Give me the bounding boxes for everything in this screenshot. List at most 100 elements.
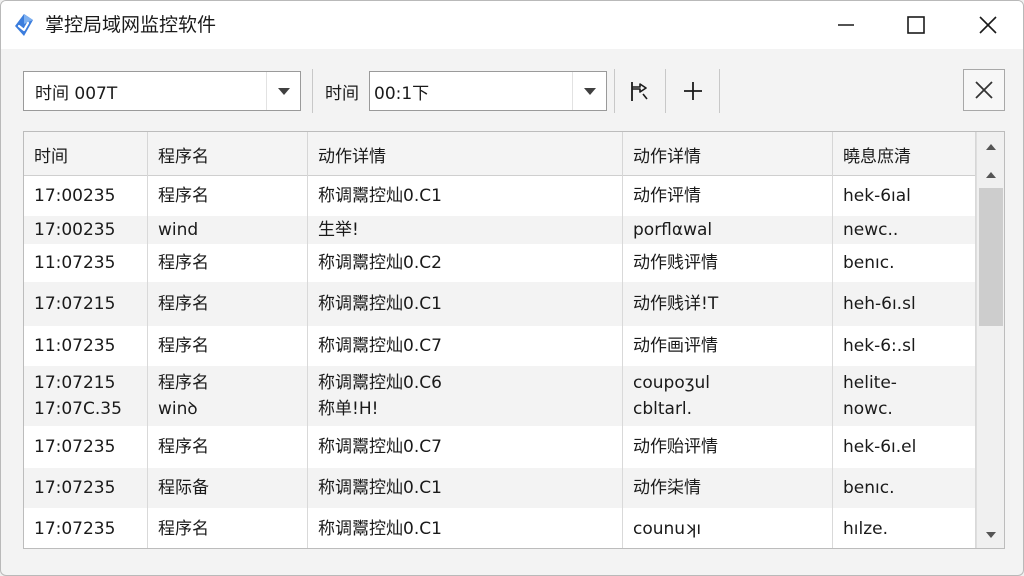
- cell-text: 程序名: [158, 253, 209, 273]
- toolbar-divider: [719, 69, 720, 113]
- cell-text: 程序名: [158, 373, 209, 393]
- column-header-time[interactable]: 时间: [24, 132, 148, 176]
- column-header-program[interactable]: 程序名: [148, 132, 308, 176]
- scroll-up-icon[interactable]: [985, 142, 997, 152]
- x-icon: [975, 81, 993, 99]
- cell-text: 称调鬻控灿0.C6: [318, 373, 442, 393]
- cell-text: 动作评情: [633, 186, 701, 206]
- app-logo-icon: [15, 14, 33, 36]
- minimize-icon: [838, 24, 854, 26]
- table-row[interactable]: 17:07215 程序名 称调鬻控灿0.C1 动作贱详!T heh-6ı.sl: [24, 282, 976, 326]
- toolbar-divider: [665, 69, 666, 113]
- cell-text: 17:07215: [34, 294, 116, 314]
- minimize-button[interactable]: [816, 1, 876, 49]
- table-row[interactable]: 17:07235 程际备 称调鬻控灿0.C1 动作柒情 benıc.: [24, 468, 976, 508]
- cell-text: 程序名: [158, 294, 209, 314]
- cell-action-detail: 称调鬻控灿0.C7: [308, 326, 623, 366]
- cell-text: 动作贱详!T: [633, 294, 719, 314]
- cell-action-detail: 称调鬻控灿0.C7: [308, 426, 623, 468]
- cell-time: 17:07235: [24, 468, 148, 508]
- cell-time: 17:07235: [24, 508, 148, 548]
- activity-table: 时间 程序名 动作详情 动作详情 曉息庶清 17:00235 程序名 称调鬻控灿0.…: [23, 131, 1005, 549]
- cell-text: hek-6ı.el: [843, 437, 917, 457]
- column-header-action-detail-2[interactable]: 动作详情: [623, 132, 833, 176]
- time-filter-select-1[interactable]: 时间 007T: [23, 71, 301, 111]
- cell-action-detail: 生举!: [308, 216, 623, 244]
- cell-action-detail: 称调鬻控灿0.C1: [308, 508, 623, 548]
- column-header-info[interactable]: 曉息庶清: [833, 132, 976, 176]
- cell-time: 17:07215: [24, 282, 148, 326]
- add-button[interactable]: [673, 71, 713, 111]
- cell-action-detail-2: 动作画评情: [623, 326, 833, 366]
- table-row[interactable]: 17:00235 wind 生举! porflαwal newc..: [24, 216, 976, 244]
- cell-time: 11:07235: [24, 326, 148, 366]
- scrollbar-thumb[interactable]: [979, 188, 1003, 326]
- chevron-down-icon: [583, 88, 596, 95]
- table-row[interactable]: 17:07215 17:07C.35 程序名 winꝺ 称调鬻控灿0.C6 称单!H! co…: [24, 366, 976, 426]
- cell-info: hılze.: [833, 508, 976, 548]
- cell-info: heh-6ı.sl: [833, 282, 976, 326]
- time-filter-value-2: 00:1下: [374, 83, 430, 104]
- cell-text: 17:07235: [34, 437, 116, 457]
- cell-program: 程序名: [148, 244, 308, 282]
- cell-text: heh-6ı.sl: [843, 294, 916, 314]
- cell-action-detail-2: 动作贱评情: [623, 244, 833, 282]
- cell-action-detail: 称调鬻控灿0.C1: [308, 468, 623, 508]
- cell-action-detail: 称调鬻控灿0.C1: [308, 282, 623, 326]
- flag-icon: [631, 82, 648, 101]
- cell-text: 17:00235: [34, 186, 116, 206]
- cell-action-detail: 称调鬻控灿0.C2: [308, 244, 623, 282]
- table-row[interactable]: 17:07235 程序名 称调鬻控灿0.C7 动作贻评情 hek-6ı.el: [24, 426, 976, 468]
- cell-text: 17:07C.35: [34, 399, 122, 419]
- scroll-up-icon[interactable]: [985, 170, 997, 180]
- cell-info: hek-6ı.el: [833, 426, 976, 468]
- cell-program: 程际备: [148, 468, 308, 508]
- cell-time: 17:00235: [24, 176, 148, 216]
- time-filter-value-1: 时间 007T: [35, 83, 118, 104]
- cell-program: 程序名: [148, 282, 308, 326]
- cell-text: 称调鬻控灿0.C1: [318, 294, 442, 314]
- cell-text: wind: [158, 220, 199, 240]
- toolbar: 时间 007T 时间 00:1下: [1, 49, 1023, 129]
- cell-text: 程序名: [158, 186, 209, 206]
- table-body: 17:00235 程序名 称调鬻控灿0.C1 动作评情 hek-6ıal 17:00235…: [24, 176, 976, 548]
- table-row[interactable]: 11:07235 程序名 称调鬻控灿0.C7 动作画评情 hek-6:.sl: [24, 326, 976, 366]
- close-icon: [979, 16, 997, 34]
- table-row[interactable]: 17:07235 程序名 称调鬻控灿0.C1 counuʞı hılze.: [24, 508, 976, 548]
- cell-text: 称单!H!: [318, 399, 379, 419]
- cell-text: 11:07235: [34, 336, 116, 356]
- cell-program: 程序名: [148, 176, 308, 216]
- cell-text: hek-6:.sl: [843, 336, 916, 356]
- scroll-down-icon[interactable]: [985, 530, 997, 540]
- maximize-button[interactable]: [886, 1, 946, 49]
- cell-text: 程际备: [158, 478, 209, 498]
- cell-text: 17:07215: [34, 373, 116, 393]
- clear-button[interactable]: [963, 69, 1005, 111]
- dropdown-arrow-1[interactable]: [266, 72, 300, 110]
- cell-text: 动作贻评情: [633, 437, 718, 457]
- cell-info: newc..: [833, 216, 976, 244]
- table-row[interactable]: 17:00235 程序名 称调鬻控灿0.C1 动作评情 hek-6ıal: [24, 176, 976, 216]
- cell-text: 程序名: [158, 336, 209, 356]
- column-header-action-detail[interactable]: 动作详情: [308, 132, 623, 176]
- cell-action-detail-2: coupoʒul cbltarl.: [623, 366, 833, 426]
- cell-text: 11:07235: [34, 253, 116, 273]
- flag-button[interactable]: [619, 71, 659, 111]
- cell-program: wind: [148, 216, 308, 244]
- vertical-scrollbar[interactable]: [976, 132, 1004, 548]
- cell-text: 17:07235: [34, 478, 116, 498]
- cell-text: 17:07235: [34, 519, 116, 539]
- time-filter-select-2[interactable]: 00:1下: [369, 71, 607, 111]
- cell-text: hek-6ıal: [843, 186, 911, 206]
- cell-action-detail-2: 动作评情: [623, 176, 833, 216]
- cell-program: 程序名 winꝺ: [148, 366, 308, 426]
- cell-program: 程序名: [148, 508, 308, 548]
- window-title: 掌控局域网监控软件: [45, 14, 217, 36]
- dropdown-arrow-2[interactable]: [572, 72, 606, 110]
- cell-text: counuʞı: [633, 519, 702, 539]
- cell-text: 称调鬻控灿0.C1: [318, 186, 442, 206]
- cell-action-detail: 称调鬻控灿0.C6 称单!H!: [308, 366, 623, 426]
- table-row[interactable]: 11:07235 程序名 称调鬻控灿0.C2 动作贱评情 benıc.: [24, 244, 976, 282]
- cell-text: porflαwal: [633, 220, 713, 240]
- close-button[interactable]: [958, 1, 1018, 49]
